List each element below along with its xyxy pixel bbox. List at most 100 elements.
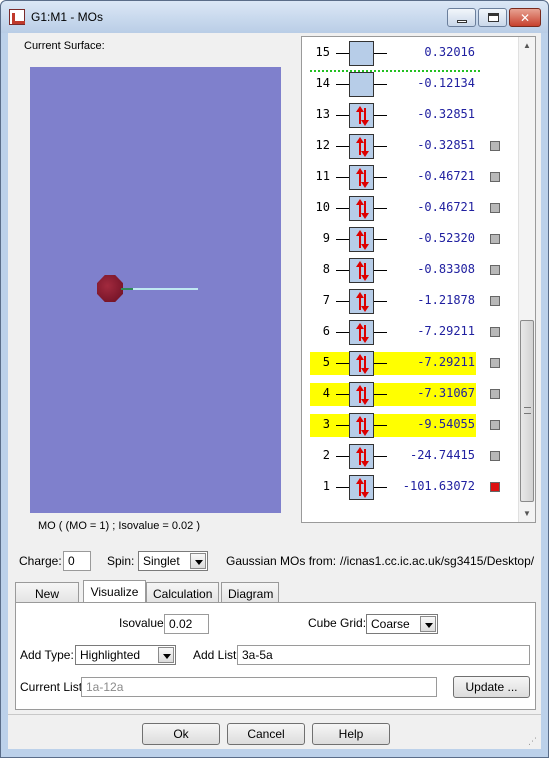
tab-diagram[interactable]: Diagram: [221, 582, 279, 604]
mo-orbital-box[interactable]: [349, 227, 374, 252]
visualize-tab-panel: Isovalue: 0.02 Cube Grid: Coarse Add Typ…: [15, 602, 536, 710]
mo-row[interactable]: 14 -0.12134: [302, 72, 520, 102]
mo-select-checkbox[interactable]: [490, 172, 500, 182]
chevron-down-icon[interactable]: [420, 616, 436, 632]
mo-orbital-box[interactable]: [349, 351, 374, 376]
vertical-scrollbar[interactable]: ▲ ▼: [518, 37, 535, 522]
add-type-select[interactable]: Highlighted: [75, 645, 176, 665]
spin-down-arrow-icon: [361, 139, 369, 157]
chevron-down-icon[interactable]: [190, 553, 206, 569]
mo-energy: -0.83308: [417, 262, 475, 276]
maximize-button[interactable]: [478, 8, 507, 27]
mo-select-checkbox[interactable]: [490, 265, 500, 275]
scroll-down-icon[interactable]: ▼: [519, 505, 535, 522]
add-type-value: Highlighted: [80, 648, 141, 662]
mo-row[interactable]: 1 -101.63072: [302, 475, 520, 505]
mo-orbital-box[interactable]: [349, 320, 374, 345]
mo-row[interactable]: 11 -0.46721: [302, 165, 520, 195]
mo-level-line-left: [336, 270, 349, 271]
mo-level-line-right: [374, 487, 387, 488]
mo-select-checkbox[interactable]: [490, 296, 500, 306]
charge-field[interactable]: 0: [63, 551, 91, 571]
mos-window: G1:M1 - MOs ✕ Current Surface: MO ( (MO …: [0, 0, 549, 758]
update-button[interactable]: Update ...: [453, 676, 530, 698]
mo-row[interactable]: 4 -7.31067: [302, 382, 520, 412]
mo-select-checkbox[interactable]: [490, 203, 500, 213]
mo-number: 12: [315, 138, 330, 152]
resize-grip-icon[interactable]: ⋰: [528, 736, 538, 746]
mo-level-line-right: [374, 394, 387, 395]
spin-down-arrow-icon: [361, 294, 369, 312]
mo-diagram-list[interactable]: 15 0.32016 14 -0.12134 13 -0.32851 12 -0.32851 1…: [301, 36, 536, 523]
mo-level-line-left: [336, 208, 349, 209]
chevron-down-icon[interactable]: [158, 647, 174, 663]
mo-level-line-left: [336, 115, 349, 116]
mo-orbital-box[interactable]: [349, 289, 374, 314]
mo-level-line-right: [374, 332, 387, 333]
minimize-icon: [457, 20, 467, 23]
mo-select-checkbox[interactable]: [490, 327, 500, 337]
tab-calculation[interactable]: Calculation: [146, 582, 219, 604]
mo-row[interactable]: 6 -7.29211: [302, 320, 520, 350]
cancel-button[interactable]: Cancel: [227, 723, 305, 745]
add-list-field[interactable]: 3a-5a: [237, 645, 530, 665]
surface-viewport[interactable]: [30, 67, 281, 513]
mo-row[interactable]: 7 -1.21878: [302, 289, 520, 319]
mo-row[interactable]: 3 -9.54055: [302, 413, 520, 443]
title-bar[interactable]: G1:M1 - MOs ✕: [1, 1, 548, 33]
mo-orbital-box[interactable]: [349, 413, 374, 438]
spin-down-arrow-icon: [361, 418, 369, 436]
mo-orbital-box[interactable]: [349, 165, 374, 190]
ok-button[interactable]: Ok: [142, 723, 220, 745]
mo-row[interactable]: 8 -0.83308: [302, 258, 520, 288]
mo-select-checkbox[interactable]: [490, 451, 500, 461]
close-button[interactable]: ✕: [509, 8, 541, 27]
mo-number: 10: [315, 200, 330, 214]
mo-select-checkbox[interactable]: [490, 234, 500, 244]
help-button[interactable]: Help: [312, 723, 390, 745]
surface-caption: MO ( (MO = 1) ; Isovalue = 0.02 ): [38, 520, 200, 532]
mo-energy: -0.46721: [417, 169, 475, 183]
spin-select[interactable]: Singlet: [138, 551, 208, 571]
mo-orbital-box[interactable]: [349, 475, 374, 500]
mo-select-checkbox[interactable]: [490, 482, 500, 492]
scrollbar-thumb[interactable]: [520, 320, 534, 502]
mo-orbital-box[interactable]: [349, 258, 374, 283]
mo-row[interactable]: 12 -0.32851: [302, 134, 520, 164]
scroll-up-icon[interactable]: ▲: [519, 37, 535, 54]
mo-orbital-box[interactable]: [349, 444, 374, 469]
spin-down-arrow-icon: [361, 480, 369, 498]
mo-orbital-box[interactable]: [349, 134, 374, 159]
spin-down-arrow-icon: [361, 387, 369, 405]
mo-orbital-box[interactable]: [349, 103, 374, 128]
mo-row[interactable]: 15 0.32016: [302, 41, 520, 71]
mo-level-line-right: [374, 115, 387, 116]
spin-down-arrow-icon: [361, 449, 369, 467]
mo-orbital-box[interactable]: [349, 41, 374, 66]
mo-select-checkbox[interactable]: [490, 420, 500, 430]
mo-select-checkbox[interactable]: [490, 141, 500, 151]
mo-select-checkbox[interactable]: [490, 358, 500, 368]
tab-new-mos[interactable]: New MOs: [15, 582, 79, 615]
mo-orbital-box[interactable]: [349, 382, 374, 407]
grip-icon: [524, 407, 531, 414]
mo-row[interactable]: 2 -24.74415: [302, 444, 520, 474]
mo-number: 3: [322, 417, 330, 431]
mo-row[interactable]: 9 -0.52320: [302, 227, 520, 257]
mo-orbital-box[interactable]: [349, 72, 374, 97]
cube-grid-value: Coarse: [371, 617, 410, 631]
mo-energy: 0.32016: [424, 45, 475, 59]
isovalue-field[interactable]: 0.02: [164, 614, 209, 634]
tab-visualize[interactable]: Visualize: [83, 580, 146, 604]
spin-down-arrow-icon: [361, 356, 369, 374]
minimize-button[interactable]: [447, 8, 476, 27]
mo-level-line-right: [374, 270, 387, 271]
mo-row[interactable]: 13 -0.32851: [302, 103, 520, 133]
mo-orbital-box[interactable]: [349, 196, 374, 221]
cube-grid-select[interactable]: Coarse: [366, 614, 438, 634]
mo-row[interactable]: 5 -7.29211: [302, 351, 520, 381]
mo-select-checkbox[interactable]: [490, 389, 500, 399]
mo-row[interactable]: 10 -0.46721: [302, 196, 520, 226]
current-list-field[interactable]: 1a-12a: [81, 677, 437, 697]
spin-down-arrow-icon: [361, 108, 369, 126]
